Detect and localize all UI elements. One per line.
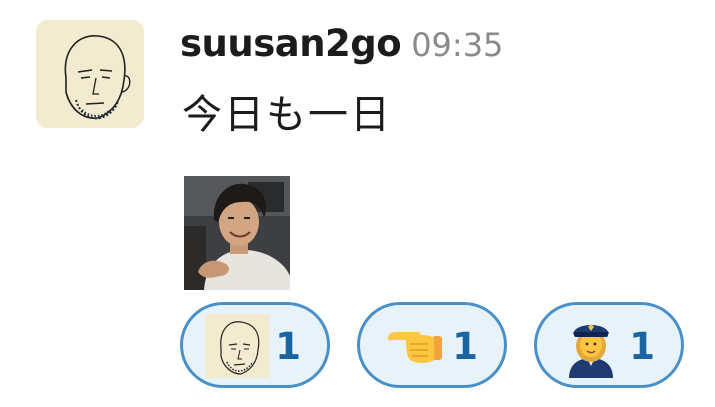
reaction-count: 1 [275,325,301,368]
chat-message: suusan2go 09:35 今日も一日 1 1 1 [0,0,715,407]
message-text: 今日も一日 [182,92,392,138]
sketch-face-icon [36,20,144,128]
image-attachment[interactable] [184,176,290,290]
reaction-pill[interactable]: 1 [357,302,507,388]
custom-sketch-face-emoji-icon [205,314,269,378]
point-left-emoji-icon [388,332,442,363]
username-link[interactable]: suusan2go [180,22,402,65]
message-timestamp[interactable]: 09:35 [411,26,503,64]
police-officer-emoji-icon [569,324,613,378]
user-avatar[interactable] [36,20,144,128]
reaction-pill[interactable]: 1 [534,302,684,388]
person-photo-icon [184,176,290,290]
reaction-count: 1 [452,325,478,368]
reaction-count: 1 [629,325,655,368]
reaction-pill[interactable]: 1 [180,302,330,388]
message-header: suusan2go 09:35 [180,22,503,72]
